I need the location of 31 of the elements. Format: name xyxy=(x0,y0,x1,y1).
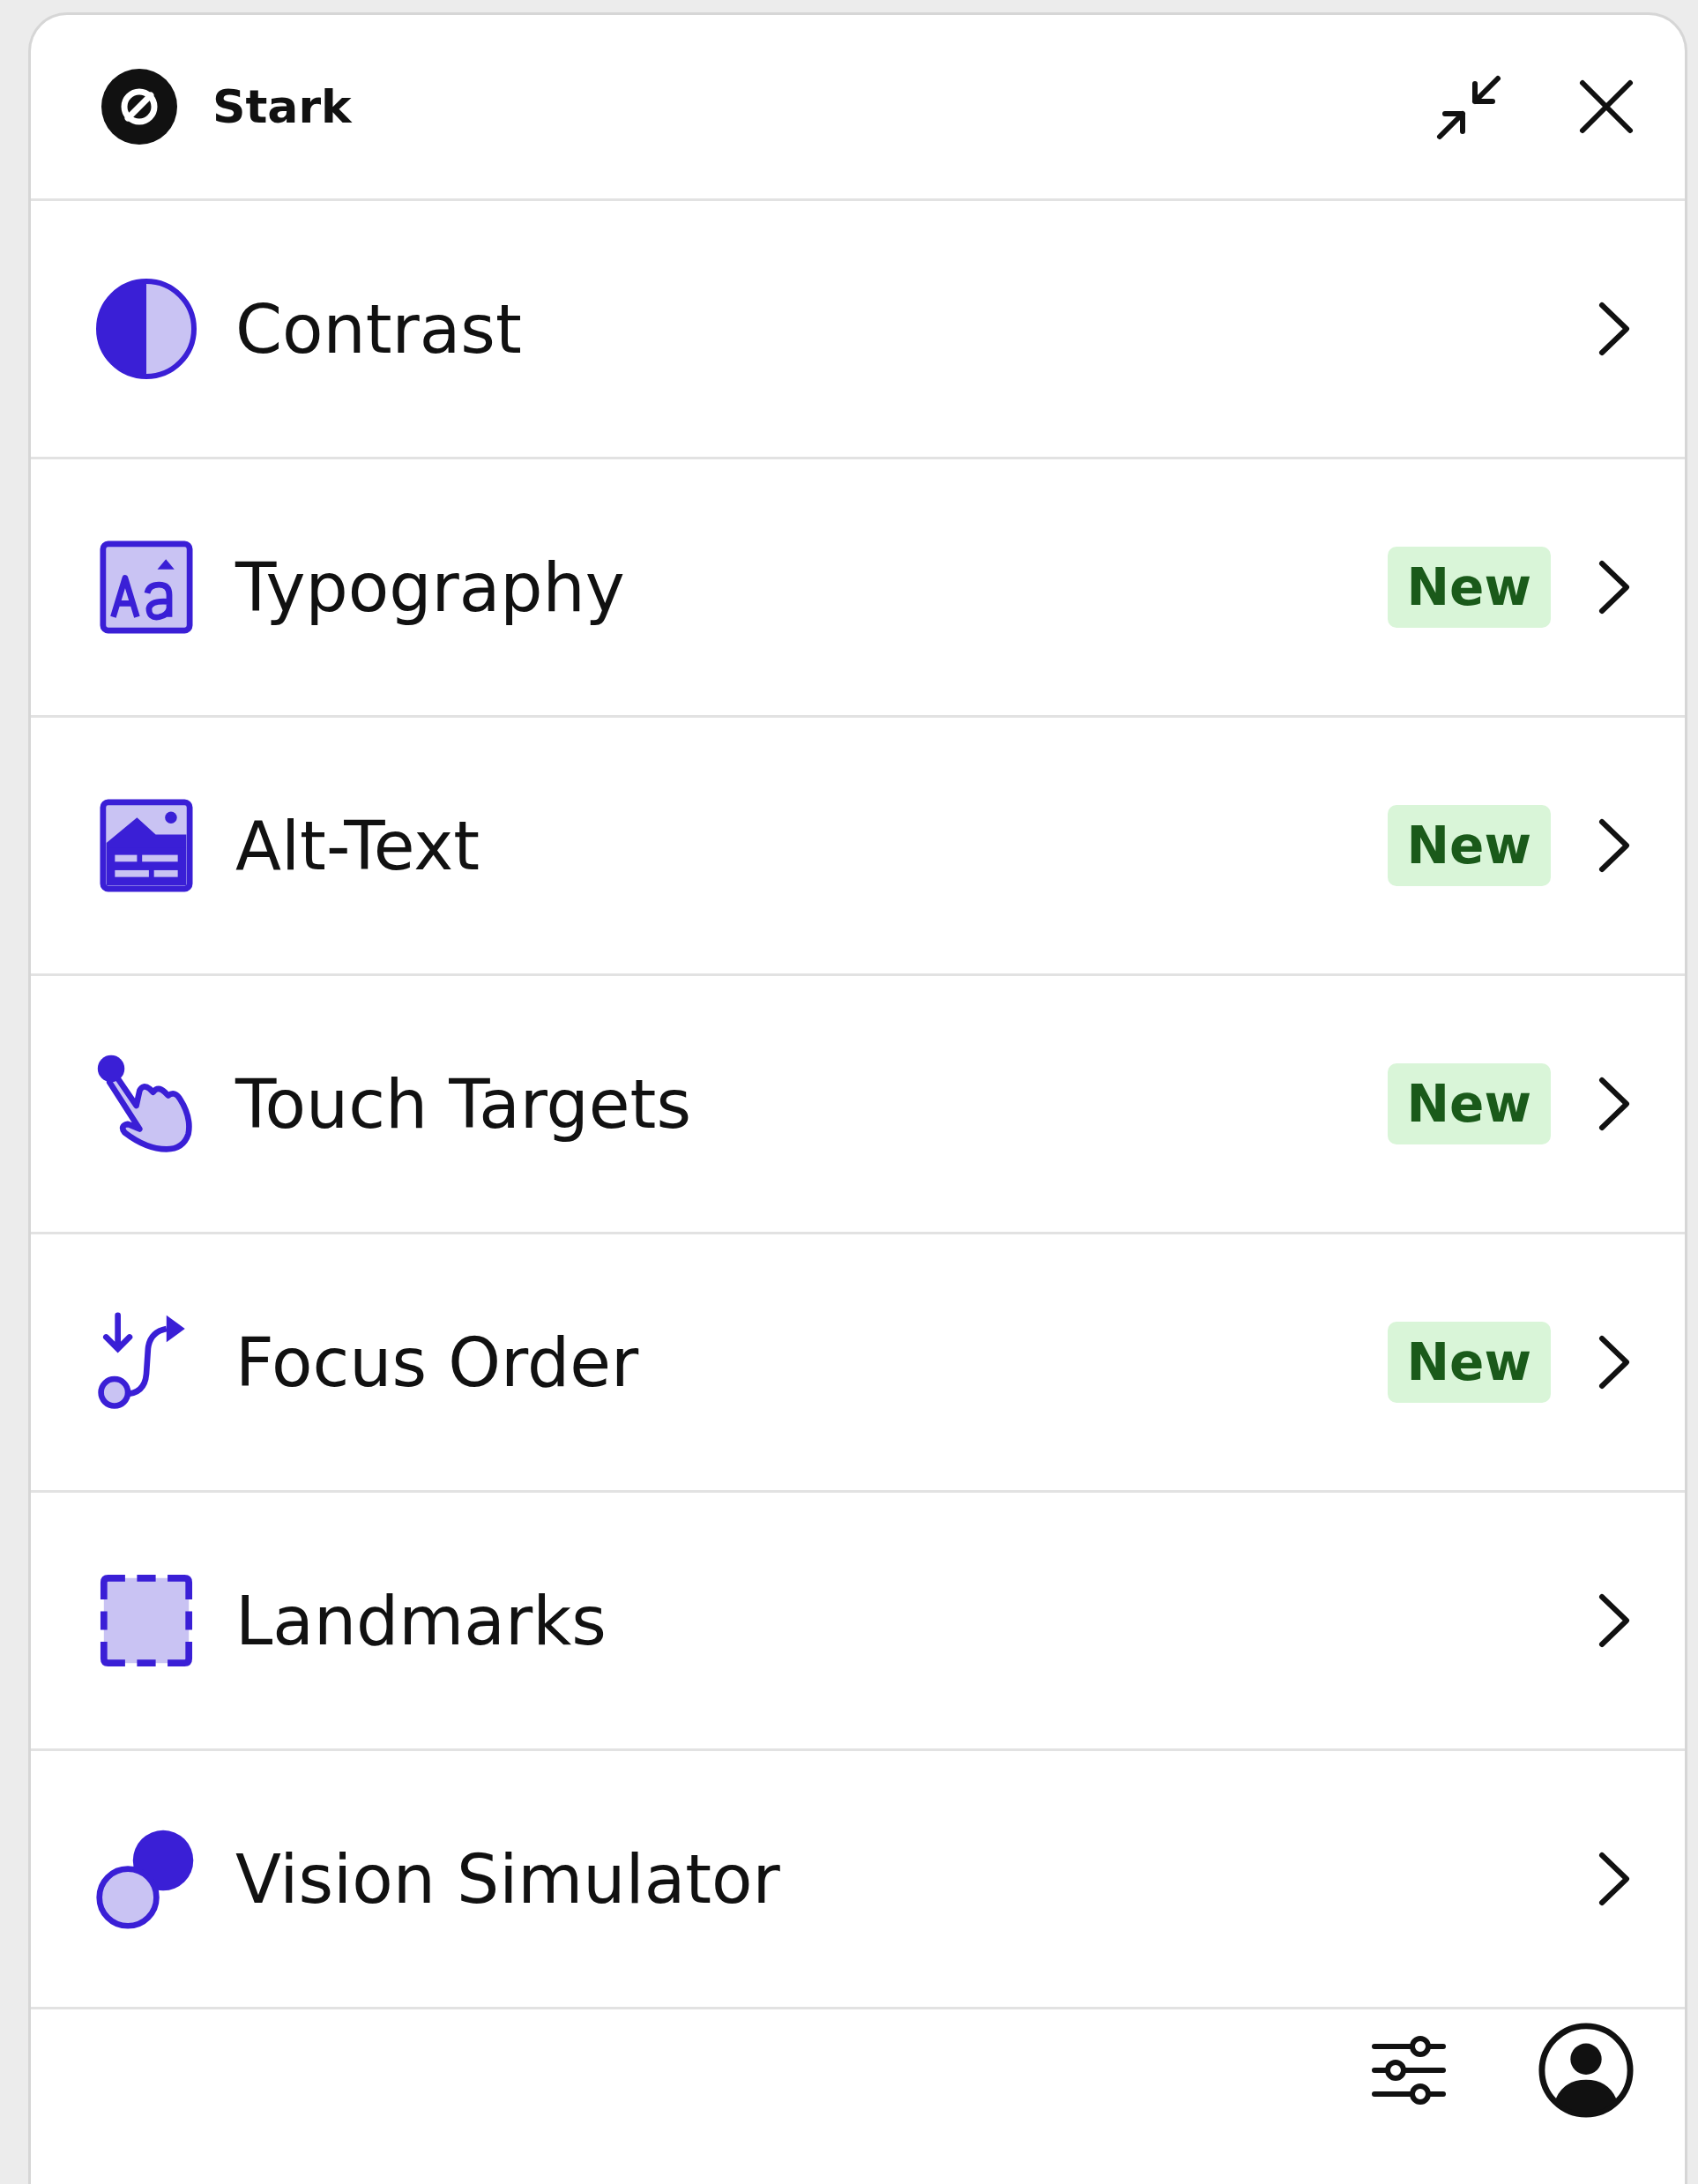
tool-menu-item[interactable]: Vision Simulator xyxy=(31,1751,1685,2009)
tool-label: Alt-Text xyxy=(235,806,480,885)
chevron-right-icon xyxy=(1597,558,1632,616)
tool-label: Landmarks xyxy=(235,1581,607,1660)
image-caption-icon xyxy=(100,799,193,892)
logo-icon xyxy=(101,69,177,145)
chevron-right-icon xyxy=(1597,1591,1632,1650)
half-circle-icon xyxy=(95,278,197,380)
chevron-right-icon xyxy=(1597,1075,1632,1133)
tool-menu-item[interactable]: Landmarks xyxy=(31,1493,1685,1751)
tool-menu-item[interactable]: Alt-Text New xyxy=(31,718,1685,976)
chevron-right-icon xyxy=(1597,816,1632,875)
new-badge: New xyxy=(1387,1063,1551,1144)
tool-menu-item[interactable]: Contrast xyxy=(31,201,1685,459)
new-badge: New xyxy=(1387,1322,1551,1403)
chevron-right-icon xyxy=(1597,300,1632,358)
window-title: Stark xyxy=(212,80,352,133)
letters-icon xyxy=(100,540,193,634)
chevron-right-icon xyxy=(1597,1850,1632,1908)
dashed-square-icon xyxy=(100,1574,193,1667)
tool-menu-item[interactable]: Focus Order New xyxy=(31,1234,1685,1493)
tool-menu-item[interactable]: Touch Targets New xyxy=(31,976,1685,1234)
tool-label: Typography xyxy=(235,548,625,627)
new-badge: New xyxy=(1387,805,1551,886)
tool-label: Touch Targets xyxy=(235,1064,691,1144)
tool-menu-item[interactable]: Typography New xyxy=(31,459,1685,718)
tool-label: Vision Simulator xyxy=(235,1839,780,1919)
new-badge: New xyxy=(1387,547,1551,628)
tool-label: Focus Order xyxy=(235,1323,639,1402)
chevron-right-icon xyxy=(1597,1333,1632,1391)
tool-label: Contrast xyxy=(235,289,522,369)
